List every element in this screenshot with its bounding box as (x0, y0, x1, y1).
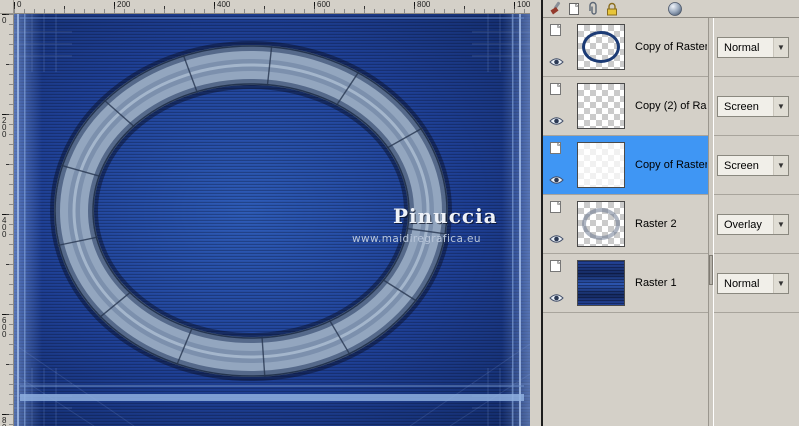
layer-row: Raster 2 Overlay ▼ (543, 195, 799, 254)
layer-thumbnail[interactable] (577, 201, 625, 247)
app-window: 0200400600800100 02 0 04 0 06 0 08 0 0 (0, 0, 799, 426)
vertical-ruler[interactable]: 02 0 04 0 06 0 08 0 0 (0, 14, 14, 426)
chevron-down-icon: ▼ (773, 156, 788, 175)
chevron-down-icon: ▼ (773, 274, 788, 293)
layer-row: Copy of Raster 2 Screen ▼ (543, 136, 799, 195)
layer-name[interactable]: Raster 2 (635, 195, 707, 253)
blend-mode-dropdown[interactable]: Overlay ▼ (717, 214, 789, 235)
layer-thumbnail[interactable] (577, 24, 625, 70)
layer-page-icon (549, 200, 565, 214)
visibility-eye-icon[interactable] (549, 231, 564, 243)
layer-thumbnail[interactable] (577, 260, 625, 306)
layer-list: Copy of Raster 1 Normal ▼ Copy (2) of Ra… (543, 18, 799, 313)
panel-splitter[interactable] (708, 18, 714, 426)
visibility-eye-icon[interactable] (549, 172, 564, 184)
layer-select-area[interactable]: Raster 1 (543, 254, 708, 312)
new-page-icon[interactable] (566, 1, 582, 17)
layer-page-icon (549, 23, 565, 37)
layer-page-icon (549, 82, 565, 96)
sphere-icon[interactable] (667, 1, 683, 17)
splitter-handle[interactable] (709, 255, 713, 285)
layer-row: Raster 1 Normal ▼ (543, 254, 799, 313)
layer-page-icon (549, 141, 565, 155)
layer-select-area[interactable]: Copy of Raster 1 (543, 18, 708, 76)
layers-toolbar (543, 0, 799, 18)
chevron-down-icon: ▼ (773, 215, 788, 234)
layer-thumbnail[interactable] (577, 142, 625, 188)
brush-icon[interactable] (547, 1, 563, 17)
layer-select-area[interactable]: Raster 2 (543, 195, 708, 253)
canvas-area[interactable]: Pinuccia Pinuccia www.maidiregrafica.eu (14, 14, 530, 426)
blend-mode-dropdown[interactable]: Screen ▼ (717, 96, 789, 117)
paperclip-icon[interactable] (585, 1, 601, 17)
watermark-title: Pinuccia (393, 204, 498, 228)
visibility-eye-icon[interactable] (549, 54, 564, 66)
chevron-down-icon: ▼ (773, 97, 788, 116)
layer-select-area[interactable]: Copy of Raster 2 (543, 136, 708, 194)
watermark-url: www.maidiregrafica.eu (352, 233, 481, 245)
blend-mode-dropdown[interactable]: Normal ▼ (717, 273, 789, 294)
blend-mode-value: Screen (724, 159, 759, 172)
blend-mode-value: Normal (724, 277, 760, 290)
lock-icon[interactable] (604, 1, 620, 17)
horizontal-ruler[interactable]: 0 200 400 600 800 100 (14, 0, 530, 14)
layer-name[interactable]: Raster 1 (635, 254, 707, 312)
blend-mode-value: Screen (724, 100, 759, 113)
layer-name[interactable]: Copy (2) of Raster (635, 77, 707, 135)
layer-page-icon (549, 259, 565, 273)
blend-mode-value: Overlay (724, 218, 762, 231)
chevron-down-icon: ▼ (773, 38, 788, 57)
blend-mode-dropdown[interactable]: Screen ▼ (717, 155, 789, 176)
visibility-eye-icon[interactable] (549, 290, 564, 302)
layer-row: Copy of Raster 1 Normal ▼ (543, 18, 799, 77)
layer-row: Copy (2) of Raster Screen ▼ (543, 77, 799, 136)
blend-mode-value: Normal (724, 41, 760, 54)
ruler-corner (0, 0, 14, 14)
layers-panel: Copy of Raster 1 Normal ▼ Copy (2) of Ra… (543, 0, 799, 426)
layer-name[interactable]: Copy of Raster 1 (635, 18, 707, 76)
visibility-eye-icon[interactable] (549, 113, 564, 125)
layer-select-area[interactable]: Copy (2) of Raster (543, 77, 708, 135)
layer-thumbnail[interactable] (577, 83, 625, 129)
layer-name[interactable]: Copy of Raster 2 (635, 136, 707, 194)
canvas-image[interactable]: Pinuccia Pinuccia www.maidiregrafica.eu (14, 14, 530, 426)
blend-mode-dropdown[interactable]: Normal ▼ (717, 37, 789, 58)
